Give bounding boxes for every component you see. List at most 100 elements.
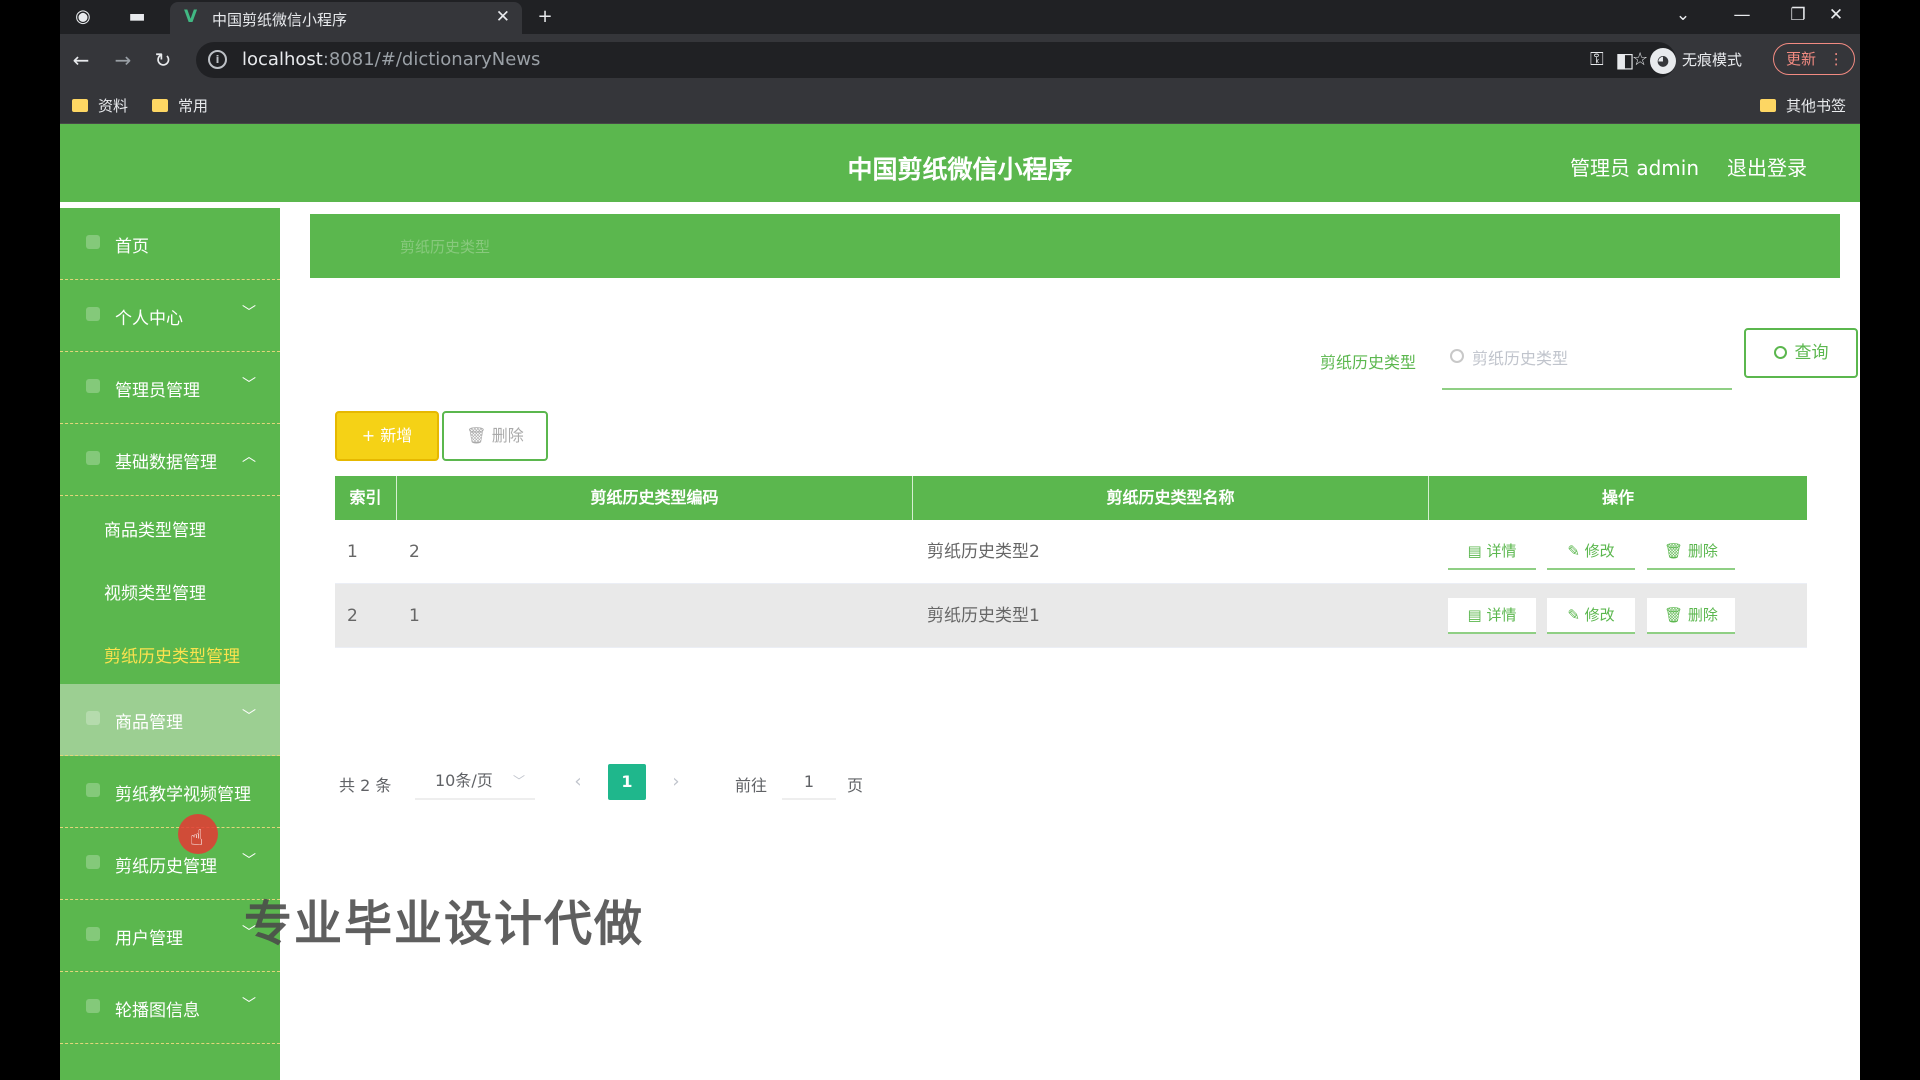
- sidebar-item-home[interactable]: 首页: [60, 208, 280, 280]
- incognito-label: 无痕模式: [1682, 51, 1743, 69]
- sidebar-item-label: 剪纸教学视频管理: [115, 785, 251, 805]
- add-button[interactable]: + 新增: [335, 411, 439, 461]
- back-icon[interactable]: ←: [68, 47, 94, 73]
- app-header: 中国剪纸微信小程序 管理员 admin 退出登录: [60, 124, 1860, 202]
- update-label: 更新: [1786, 50, 1817, 68]
- delete-button[interactable]: 🗑 删除: [1647, 598, 1735, 634]
- chevron-down-icon: ﹀: [242, 709, 256, 725]
- logout-link[interactable]: 退出登录: [1727, 152, 1807, 181]
- sidebar-item-label: 商品管理: [115, 713, 183, 733]
- new-tab-icon[interactable]: +: [532, 4, 558, 30]
- close-tab-icon[interactable]: ✕: [496, 7, 510, 27]
- tab-strip-icon[interactable]: ▬: [124, 4, 150, 30]
- minimize-icon[interactable]: —: [1722, 2, 1762, 28]
- chevron-down-icon: ﹀: [242, 853, 256, 869]
- key-icon[interactable]: ⚿: [1590, 49, 1604, 70]
- history-icon: [86, 855, 100, 869]
- app-root: 中国剪纸微信小程序 管理员 admin 退出登录 首页 个人中心 ﹀ 管理员管理…: [60, 124, 1860, 1080]
- close-window-icon[interactable]: ✕: [1816, 2, 1856, 28]
- main-card: 剪纸历史类型 查询 + 新增 🗑 删除 索引 剪纸历史类型编码 剪纸历史类型名称…: [310, 292, 1858, 852]
- search-icon: [1450, 349, 1464, 363]
- other-bookmarks[interactable]: 其他书签: [1760, 95, 1846, 116]
- detail-button[interactable]: ▤ 详情: [1448, 598, 1536, 634]
- sidebar-item-label: 首页: [115, 237, 149, 257]
- restore-icon[interactable]: ❐: [1778, 2, 1818, 28]
- browser-window: ◉ ▬ V 中国剪纸微信小程序 ✕ + ⌄ — ❐ ✕ ← → ↻ i loca…: [60, 0, 1860, 1080]
- page-number-current[interactable]: 1: [608, 764, 646, 800]
- column-header-code: 剪纸历史类型编码: [397, 476, 913, 520]
- sidebar-item-label: 剪纸历史管理: [115, 857, 217, 877]
- tab-bar: ◉ ▬ V 中国剪纸微信小程序 ✕ + ⌄ — ❐ ✕: [60, 0, 1860, 34]
- user-icon: [86, 307, 100, 321]
- sidebar-item-videos[interactable]: 剪纸教学视频管理: [60, 756, 280, 828]
- reload-icon[interactable]: ↻: [150, 47, 176, 73]
- folder-icon: [72, 99, 88, 112]
- bulk-delete-button[interactable]: 🗑 删除: [442, 411, 548, 461]
- table-header: 索引 剪纸历史类型编码 剪纸历史类型名称 操作: [335, 476, 1807, 520]
- sidebar-item-base-data[interactable]: 基础数据管理 ︿: [60, 424, 280, 496]
- sidebar-item-carousel[interactable]: 轮播图信息 ﹀: [60, 972, 280, 1044]
- sidebar-subitem-goods-type[interactable]: 商品类型管理: [60, 496, 280, 558]
- tab-title: 中国剪纸微信小程序: [212, 11, 348, 29]
- page-size-select[interactable]: 10条/页 ﹀: [415, 764, 535, 800]
- cell-name: 剪纸历史类型1: [927, 606, 1040, 626]
- cell-name: 剪纸历史类型2: [927, 542, 1040, 562]
- query-button[interactable]: 查询: [1744, 328, 1858, 378]
- update-button[interactable]: 更新 ⋮: [1773, 43, 1855, 75]
- next-page-icon[interactable]: ›: [658, 764, 694, 800]
- query-label: 查询: [1794, 343, 1829, 363]
- folder-icon: [152, 99, 168, 112]
- cell-code: 1: [409, 606, 420, 626]
- sidebar-item-label: 用户管理: [115, 929, 183, 949]
- tab-search-chevron-icon[interactable]: ⌄: [1663, 2, 1703, 28]
- site-info-icon[interactable]: i: [208, 50, 227, 69]
- sidepanel-icon[interactable]: ◧: [1612, 47, 1638, 73]
- goods-icon: [86, 711, 100, 725]
- sidebar-subitem-history-type[interactable]: 剪纸历史类型管理: [60, 622, 280, 684]
- incognito-indicator[interactable]: ◕ 无痕模式: [1650, 44, 1742, 76]
- sidebar-subitem-label: 剪纸历史类型管理: [104, 647, 240, 667]
- video-icon: [86, 783, 100, 797]
- pencil-icon: ✎: [1567, 542, 1580, 560]
- kebab-menu-icon: ⋮: [1828, 50, 1844, 68]
- detail-button[interactable]: ▤ 详情: [1448, 534, 1536, 570]
- sidebar-subitem-video-type[interactable]: 视频类型管理: [60, 559, 280, 621]
- address-bar[interactable]: i localhost:8081/#/dictionaryNews ⚿ ☆: [196, 42, 1676, 78]
- column-header-index: 索引: [335, 476, 397, 520]
- sidebar-item-admin-mgmt[interactable]: 管理员管理 ﹀: [60, 352, 280, 424]
- sidebar-subitem-label: 视频类型管理: [104, 584, 206, 604]
- browser-toolbar: ← → ↻ i localhost:8081/#/dictionaryNews …: [60, 34, 1860, 86]
- home-icon: [86, 235, 100, 249]
- bookmark-folder-1[interactable]: 资料: [72, 95, 128, 116]
- cell-index: 1: [347, 542, 358, 562]
- prev-page-icon[interactable]: ‹: [560, 764, 596, 800]
- table-row: 2 1 剪纸历史类型1 ▤ 详情 ✎ 修改 🗑 删除: [335, 584, 1807, 648]
- table-row: 1 2 剪纸历史类型2 ▤ 详情 ✎ 修改 🗑 删除: [335, 520, 1807, 584]
- pencil-icon: ✎: [1567, 606, 1580, 624]
- page-suffix: 页: [847, 776, 864, 795]
- edit-button[interactable]: ✎ 修改: [1547, 534, 1635, 570]
- goto-label: 前往: [735, 776, 768, 795]
- search-field[interactable]: [1442, 328, 1732, 390]
- delete-button[interactable]: 🗑 删除: [1647, 534, 1735, 570]
- sidebar-item-profile[interactable]: 个人中心 ﹀: [60, 280, 280, 352]
- browser-menu-icon[interactable]: ◉: [70, 4, 96, 30]
- chevron-down-icon: ﹀: [242, 305, 256, 321]
- search-input[interactable]: [1472, 346, 1722, 370]
- image-icon: [86, 999, 100, 1013]
- edit-button[interactable]: ✎ 修改: [1547, 598, 1635, 634]
- breadcrumb: 剪纸历史类型: [400, 238, 491, 256]
- screen: ◉ ▬ V 中国剪纸微信小程序 ✕ + ⌄ — ❐ ✕ ← → ↻ i loca…: [0, 0, 1920, 1080]
- url-text: localhost:8081/#/dictionaryNews: [242, 49, 541, 70]
- incognito-icon: ◕: [1650, 47, 1676, 74]
- bookmark-folder-2[interactable]: 常用: [152, 95, 208, 116]
- forward-icon[interactable]: →: [110, 47, 136, 73]
- browser-tab[interactable]: V 中国剪纸微信小程序 ✕: [170, 2, 522, 34]
- document-icon: ▤: [1467, 542, 1482, 560]
- goto-page-input[interactable]: [782, 764, 836, 800]
- sidebar-item-goods[interactable]: 商品管理 ﹀: [60, 684, 280, 756]
- data-table: 索引 剪纸历史类型编码 剪纸历史类型名称 操作 1 2 剪纸历史类型2 ▤ 详情…: [335, 476, 1807, 648]
- trash-icon: 🗑: [1664, 606, 1684, 624]
- trash-icon: 🗑: [466, 426, 487, 445]
- cell-code: 2: [409, 542, 420, 562]
